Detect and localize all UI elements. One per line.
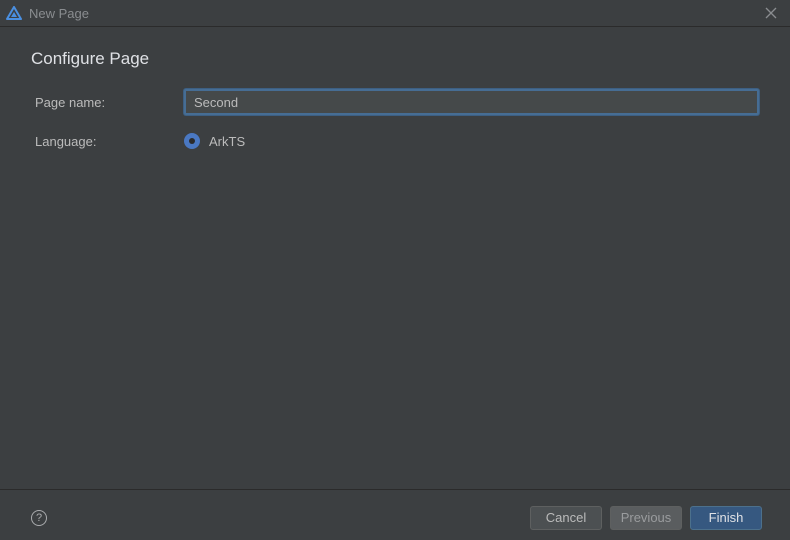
deveco-logo-icon <box>6 6 22 20</box>
footer-divider <box>0 489 790 490</box>
finish-button[interactable]: Finish <box>690 506 762 530</box>
language-option-label[interactable]: ArkTS <box>209 134 245 149</box>
title-bar: New Page <box>0 0 790 27</box>
language-label: Language: <box>35 134 97 149</box>
new-page-dialog: New Page Configure Page Page name: Langu… <box>0 0 790 540</box>
help-icon[interactable]: ? <box>31 510 47 526</box>
cancel-button[interactable]: Cancel <box>530 506 602 530</box>
radio-dot <box>189 138 195 144</box>
language-radio-arkts[interactable]: ArkTS <box>184 133 245 149</box>
window-title: New Page <box>29 6 89 21</box>
page-name-input[interactable] <box>184 89 759 115</box>
previous-button[interactable]: Previous <box>610 506 682 530</box>
page-title: Configure Page <box>31 49 150 68</box>
radio-selected-icon[interactable] <box>184 133 200 149</box>
page-name-label: Page name: <box>35 95 106 110</box>
close-icon[interactable] <box>764 6 778 20</box>
